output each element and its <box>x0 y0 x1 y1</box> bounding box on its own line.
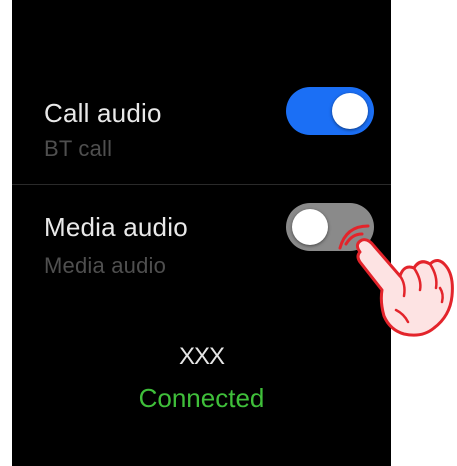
connection-status: Connected <box>138 383 265 413</box>
divider <box>12 184 391 185</box>
call-audio-toggle[interactable] <box>286 87 374 135</box>
media-audio-title: Media audio <box>44 212 188 242</box>
call-audio-title: Call audio <box>44 98 162 128</box>
watch-screen: Call audio BT call Media audio Media aud… <box>12 0 391 466</box>
media-audio-row[interactable]: Media audio Media audio <box>12 202 391 302</box>
toggle-knob <box>332 93 368 129</box>
media-audio-subtitle: Media audio <box>44 253 167 278</box>
tapping-hand-icon <box>338 224 454 337</box>
call-audio-subtitle: BT call <box>44 136 113 161</box>
toggle-knob <box>292 209 328 245</box>
device-name: XXX <box>178 343 225 370</box>
call-audio-row[interactable]: Call audio BT call <box>12 84 391 184</box>
